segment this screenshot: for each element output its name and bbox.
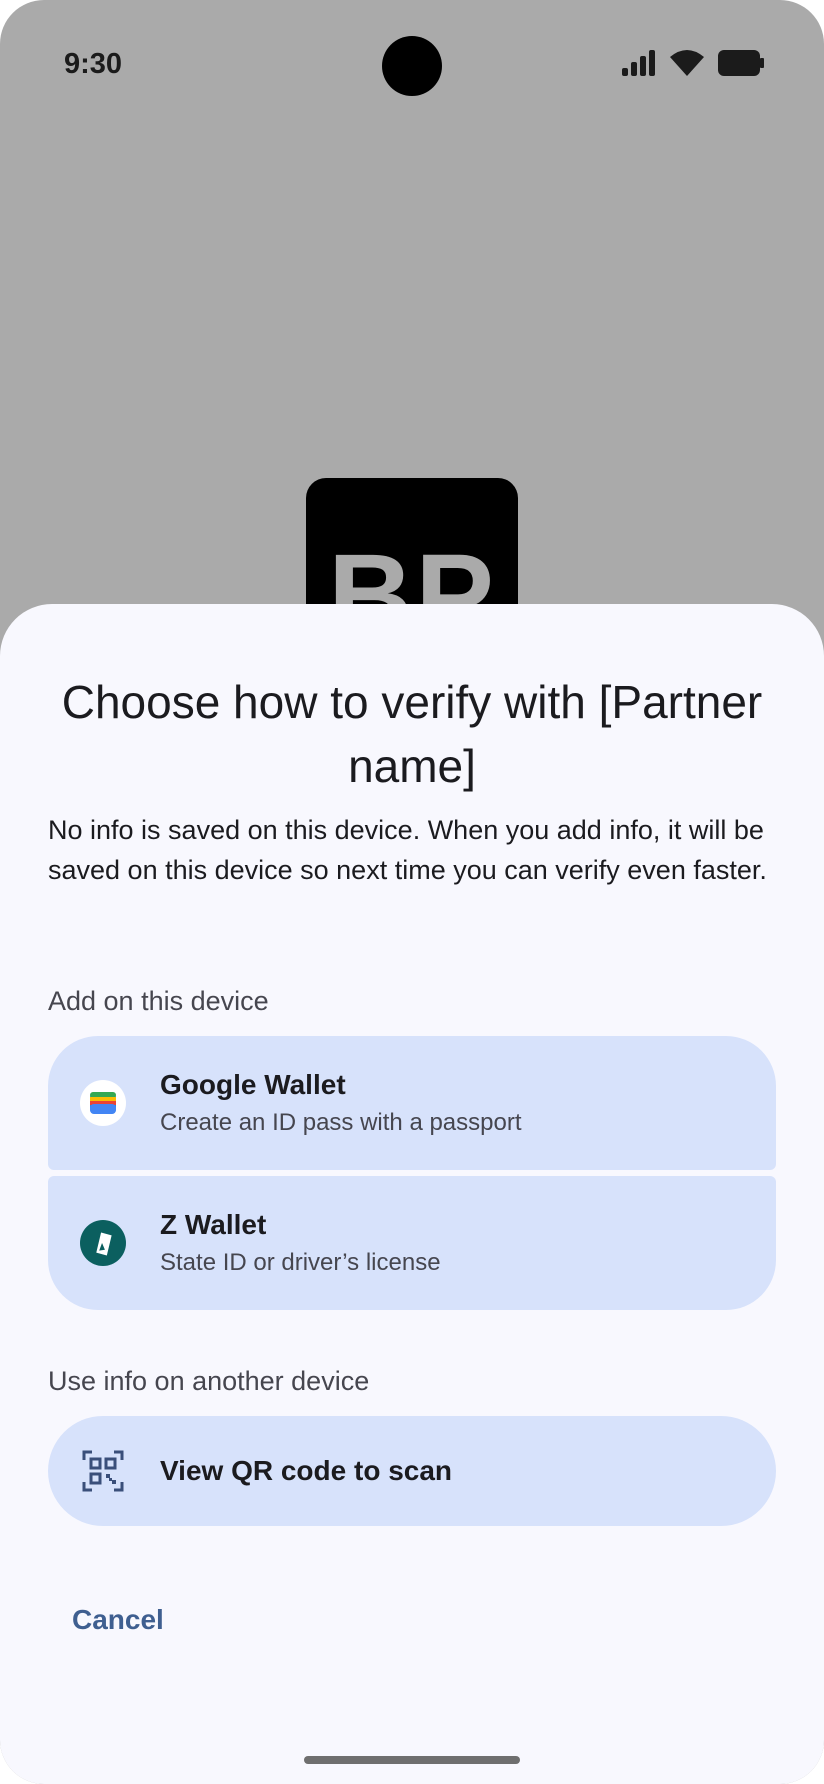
google-wallet-title: Google Wallet	[160, 1069, 346, 1100]
qr-code-option[interactable]: View QR code to scan	[48, 1416, 776, 1526]
google-wallet-option[interactable]: Google Wallet Create an ID pass with a p…	[48, 1036, 776, 1170]
phone-screen: 9:30 BP Choose how to verify with [Partn…	[0, 0, 824, 1784]
qr-code-title: View QR code to scan	[160, 1455, 453, 1486]
qr-code-icon	[80, 1448, 126, 1494]
signal-icon	[622, 50, 655, 76]
google-wallet-subtitle: Create an ID pass with a passport	[160, 1109, 522, 1136]
google-wallet-icon	[80, 1080, 126, 1126]
status-icons	[622, 50, 764, 76]
camera-cutout	[382, 36, 442, 96]
z-wallet-text: Z Wallet State ID or driver’s license	[160, 1209, 441, 1277]
status-bar: 9:30	[0, 0, 824, 130]
other-device-group: View QR code to scan	[48, 1416, 776, 1526]
other-device-section-label: Use info on another device	[48, 1366, 370, 1396]
qr-code-text: View QR code to scan	[160, 1455, 452, 1487]
bottom-sheet: Choose how to verify with [Partner name]…	[0, 604, 824, 1784]
z-wallet-option[interactable]: Z Wallet State ID or driver’s license	[48, 1176, 776, 1310]
add-section-label: Add on this device	[48, 986, 269, 1016]
google-wallet-text: Google Wallet Create an ID pass with a p…	[160, 1069, 522, 1137]
sheet-title: Choose how to verify with [Partner name]	[61, 676, 763, 792]
z-wallet-subtitle: State ID or driver’s license	[160, 1249, 441, 1276]
sheet-description: No info is saved on this device. When yo…	[48, 815, 767, 885]
cancel-button[interactable]: Cancel	[72, 1604, 164, 1636]
wifi-icon	[670, 50, 704, 76]
home-indicator[interactable]	[304, 1756, 520, 1764]
z-wallet-icon	[80, 1220, 126, 1266]
status-time: 9:30	[64, 48, 123, 80]
battery-icon	[718, 50, 764, 76]
add-options-group: Google Wallet Create an ID pass with a p…	[48, 1036, 776, 1310]
z-wallet-title: Z Wallet	[160, 1209, 267, 1240]
